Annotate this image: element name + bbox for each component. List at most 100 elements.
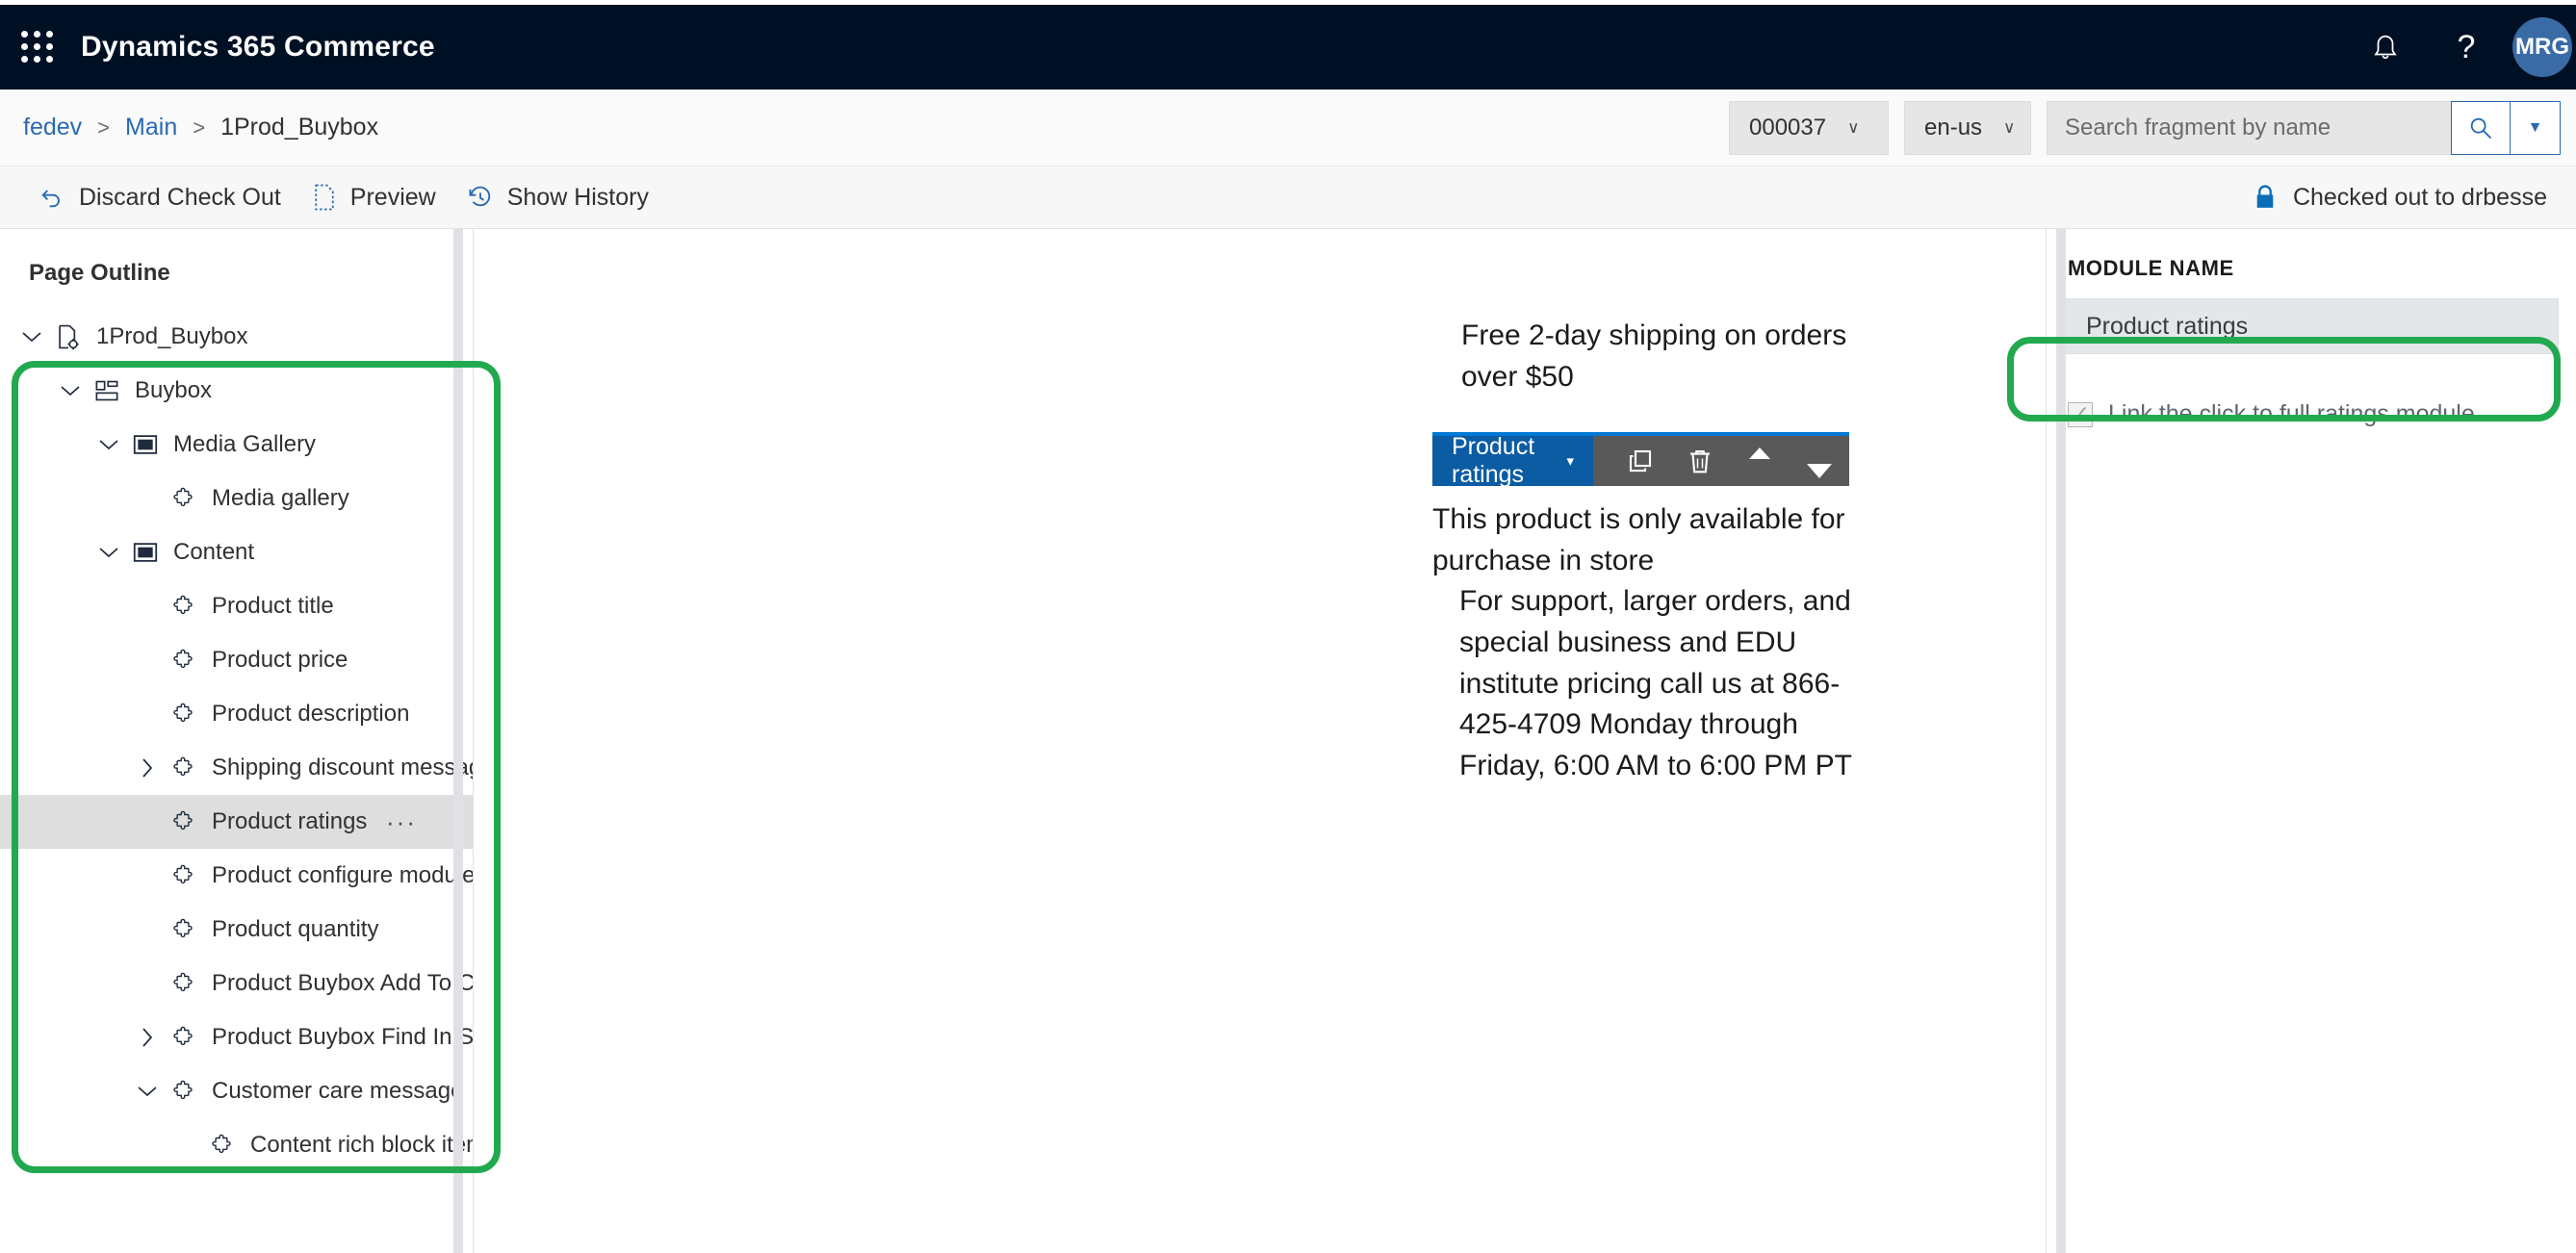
tree-item-content-rich-block-item-1[interactable]: Content rich block item 1 — [0, 1118, 473, 1172]
module-name-field[interactable]: Product ratings — [2064, 298, 2559, 354]
link-click-checkbox-label: Link the click to full ratings module — [2108, 400, 2475, 427]
breadcrumb-item-main[interactable]: Main — [125, 114, 177, 141]
module-puzzle-icon — [166, 487, 202, 510]
checkout-status-label: Checked out to drbesse — [2292, 183, 2547, 211]
tree-item-label: Buybox — [135, 377, 213, 403]
breadcrumb-separator: > — [193, 115, 206, 140]
caret-down-icon[interactable] — [1790, 434, 1849, 488]
version-dropdown-value: 000037 — [1749, 114, 1827, 141]
tree-item-label: Product ratings — [212, 808, 368, 834]
tree-item-product-quantity[interactable]: Product quantity — [0, 903, 473, 957]
tree-item-customer-care-message[interactable]: Customer care message — [0, 1064, 473, 1118]
copy-icon[interactable] — [1610, 434, 1670, 488]
container-icon — [127, 434, 164, 455]
module-puzzle-icon — [166, 1080, 202, 1103]
page-outline-panel: Page Outline 1Prod_Buybox Buybox Media Gal… — [0, 229, 474, 1253]
show-history-label: Show History — [506, 183, 649, 211]
page-outline-tree: 1Prod_Buybox Buybox Media Gallery Media gal… — [0, 310, 473, 1172]
preview-button[interactable]: Preview — [296, 166, 451, 228]
avatar[interactable]: MRG — [2512, 17, 2572, 77]
tree-item-shipping-discount-message[interactable]: Shipping discount message — [0, 741, 473, 795]
locale-dropdown[interactable]: en-us ∨ — [1904, 100, 2031, 155]
bell-icon[interactable] — [2345, 5, 2426, 90]
chevron-down-icon: ∨ — [1847, 117, 1860, 137]
chevron-down-icon[interactable] — [90, 438, 127, 451]
breadcrumb-bar: fedev > Main > 1Prod_Buybox 000037 ∨ en-… — [0, 90, 2576, 166]
breadcrumb-item-fedev[interactable]: fedev — [23, 114, 82, 141]
page-settings-icon — [50, 323, 87, 350]
search-icon[interactable] — [2451, 100, 2511, 155]
tree-item-media-gallery[interactable]: Media Gallery — [0, 418, 473, 472]
module-puzzle-icon — [166, 649, 202, 672]
customer-care-message-text[interactable]: For support, larger orders, and special … — [1432, 581, 1885, 786]
tree-item-product-title[interactable]: Product title — [0, 579, 473, 633]
caret-up-icon[interactable] — [1730, 434, 1790, 488]
module-puzzle-icon — [166, 864, 202, 887]
tree-item-label: Product quantity — [212, 916, 379, 942]
app-root: Dynamics 365 Commerce ? MRG fedev > Main… — [0, 0, 2576, 1253]
checkbox-checked-icon: ✓ — [2068, 401, 2093, 428]
container-icon — [127, 542, 164, 563]
selected-module-button[interactable]: Product ratings ▾ — [1432, 433, 1593, 489]
checkout-status: Checked out to drbesse — [2253, 184, 2547, 212]
properties-scrollbar[interactable] — [2056, 229, 2066, 1253]
app-title: Dynamics 365 Commerce — [81, 31, 435, 63]
command-bar: Discard Check Out Preview Show History C… — [0, 166, 2576, 229]
show-history-button[interactable]: Show History — [451, 166, 664, 228]
module-puzzle-icon — [166, 595, 202, 618]
help-icon[interactable]: ? — [2426, 5, 2507, 90]
tree-item-content[interactable]: Content — [0, 525, 473, 579]
chevron-down-icon[interactable] — [90, 546, 127, 559]
version-dropdown[interactable]: 000037 ∨ — [1729, 100, 1889, 155]
module-puzzle-icon — [166, 756, 202, 780]
trash-icon[interactable] — [1670, 434, 1730, 488]
tree-item-label: Media Gallery — [173, 431, 317, 457]
module-puzzle-icon — [166, 810, 202, 833]
lock-icon — [2253, 184, 2278, 211]
outline-scrollbar[interactable] — [453, 229, 463, 1253]
chevron-down-icon[interactable] — [52, 384, 89, 397]
locale-dropdown-value: en-us — [1924, 114, 1983, 141]
help-label: ? — [2457, 29, 2476, 65]
module-selection-toolbar: Product ratings ▾ — [1432, 432, 1849, 489]
chevron-right-icon[interactable] — [129, 757, 166, 779]
tree-item-more-icon[interactable]: ··· — [386, 809, 417, 834]
app-launcher-icon[interactable] — [21, 31, 54, 64]
caret-down-icon: ▾ — [1566, 453, 1574, 471]
module-puzzle-icon — [166, 918, 202, 941]
tree-item-product-ratings[interactable]: Product ratings ··· — [0, 795, 473, 849]
page-content: Free 2-day shipping on orders over $50 P… — [1432, 229, 1885, 786]
product-availability-text[interactable]: This product is only available for purch… — [1432, 503, 1845, 576]
tree-item-label: Content — [173, 539, 255, 565]
breadcrumb-item-current: 1Prod_Buybox — [220, 114, 379, 141]
search-area: ▼ — [2047, 100, 2561, 155]
tree-item-1prod-buybox[interactable]: 1Prod_Buybox — [0, 310, 473, 364]
tree-item-buybox[interactable]: Buybox — [0, 364, 473, 418]
chevron-down-icon[interactable] — [129, 1085, 166, 1098]
module-body-text: This product is only available for purch… — [1432, 499, 1885, 786]
page-canvas: Free 2-day shipping on orders over $50 P… — [483, 229, 2037, 1253]
tree-item-label: Product title — [212, 593, 334, 619]
module-name-section-title: MODULE NAME — [2068, 256, 2234, 280]
breadcrumb: fedev > Main > 1Prod_Buybox — [23, 114, 378, 141]
chevron-right-icon[interactable] — [129, 1027, 166, 1048]
tree-item-product-buybox-add-to-cart[interactable]: Product Buybox Add To Cart — [0, 957, 473, 1010]
shipping-discount-message[interactable]: Free 2-day shipping on orders over $50 — [1432, 229, 1885, 397]
layout-grid-icon — [89, 379, 125, 402]
history-clock-icon — [467, 184, 494, 211]
link-click-checkbox[interactable]: ✓ Link the click to full ratings module — [2068, 400, 2576, 428]
chevron-down-icon[interactable] — [13, 330, 50, 344]
tree-item-product-description[interactable]: Product description — [0, 687, 473, 741]
tree-item-product-price[interactable]: Product price — [0, 633, 473, 687]
module-properties-panel: MODULE NAME Product ratings ✓ Link the c… — [2046, 229, 2576, 1253]
breadcrumb-separator: > — [97, 115, 111, 140]
search-dropdown-caret-down-icon[interactable]: ▼ — [2511, 100, 2561, 155]
tree-item-product-buybox-find-in-store[interactable]: Product Buybox Find In Store — [0, 1010, 473, 1064]
tree-item-label: Content rich block item 1 — [250, 1132, 473, 1158]
tree-item-product-configure-module[interactable]: Product configure module — [0, 849, 473, 903]
discard-check-out-button[interactable]: Discard Check Out — [23, 166, 296, 228]
tree-item-media-gallery[interactable]: Media gallery — [0, 472, 473, 525]
tree-item-label: Media gallery — [212, 485, 349, 511]
search-input[interactable] — [2047, 100, 2451, 155]
selected-module-label: Product ratings — [1452, 433, 1535, 489]
